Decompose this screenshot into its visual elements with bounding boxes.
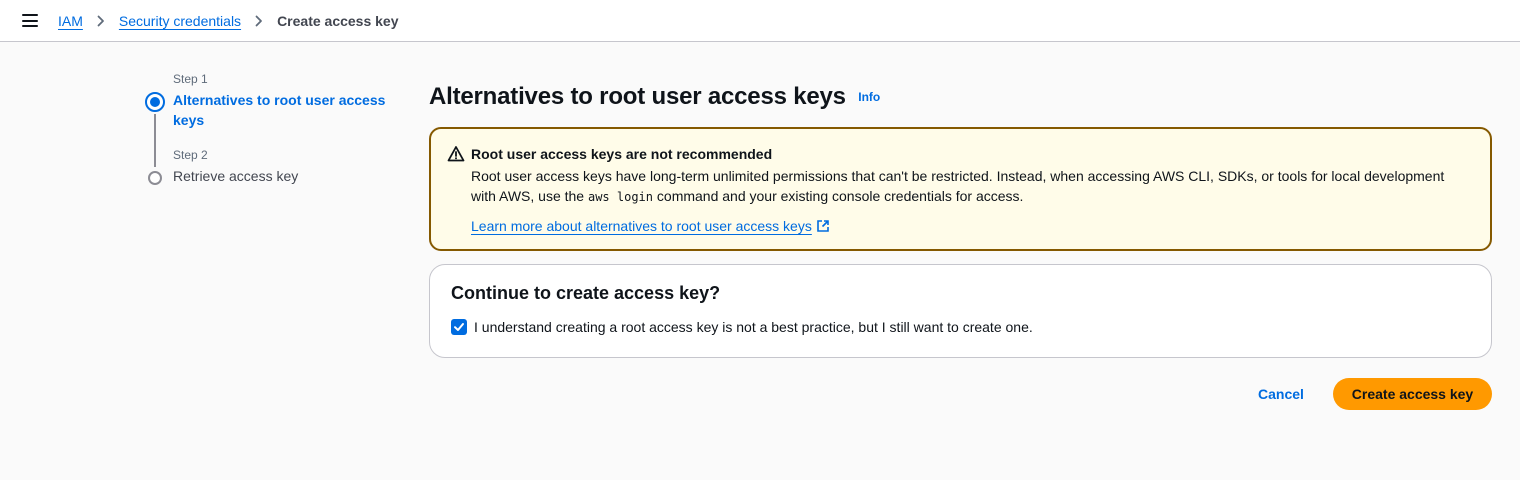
- alert-body: Root user access keys have long-term unl…: [471, 166, 1471, 207]
- breadcrumb-current: Create access key: [277, 13, 399, 29]
- warning-icon: [447, 145, 465, 163]
- step-inactive-indicator-icon: [148, 171, 162, 185]
- page-header: Alternatives to root user access keys In…: [429, 83, 880, 111]
- chevron-right-icon: [253, 15, 265, 27]
- confirm-checkbox-label[interactable]: I understand creating a root access key …: [474, 319, 1033, 335]
- menu-icon[interactable]: [22, 14, 38, 27]
- top-navigation-bar: IAM Security credentials Create access k…: [0, 0, 1520, 42]
- step-1-number: Step 1: [173, 72, 208, 86]
- info-link[interactable]: Info: [858, 90, 880, 104]
- step-active-indicator-icon: [145, 92, 165, 112]
- alert-body-code: aws login: [587, 190, 654, 204]
- confirm-container: Continue to create access key? I underst…: [429, 264, 1492, 358]
- create-access-key-button[interactable]: Create access key: [1333, 378, 1492, 410]
- breadcrumb-security-credentials[interactable]: Security credentials: [119, 12, 241, 30]
- confirm-checkbox[interactable]: [451, 319, 467, 335]
- alert-body-text-end: command and your existing console creden…: [653, 188, 1024, 204]
- cancel-button[interactable]: Cancel: [1241, 378, 1321, 410]
- page-title: Alternatives to root user access keys: [429, 83, 846, 110]
- breadcrumb-iam[interactable]: IAM: [58, 12, 83, 30]
- external-link-icon: [817, 220, 829, 232]
- alert-heading: Root user access keys are not recommende…: [471, 146, 773, 162]
- learn-more-link-label: Learn more about alternatives to root us…: [471, 218, 812, 234]
- step-connector: [154, 114, 156, 167]
- checkmark-icon: [454, 323, 464, 331]
- learn-more-link[interactable]: Learn more about alternatives to root us…: [471, 218, 830, 234]
- step-2-number: Step 2: [173, 148, 208, 162]
- step-1-title[interactable]: Alternatives to root user access keys: [173, 90, 393, 130]
- confirm-title: Continue to create access key?: [451, 283, 721, 303]
- chevron-right-icon: [95, 15, 107, 27]
- breadcrumb: IAM Security credentials Create access k…: [58, 12, 399, 30]
- warning-alert: Root user access keys are not recommende…: [429, 127, 1492, 251]
- step-2-title: Retrieve access key: [173, 168, 299, 184]
